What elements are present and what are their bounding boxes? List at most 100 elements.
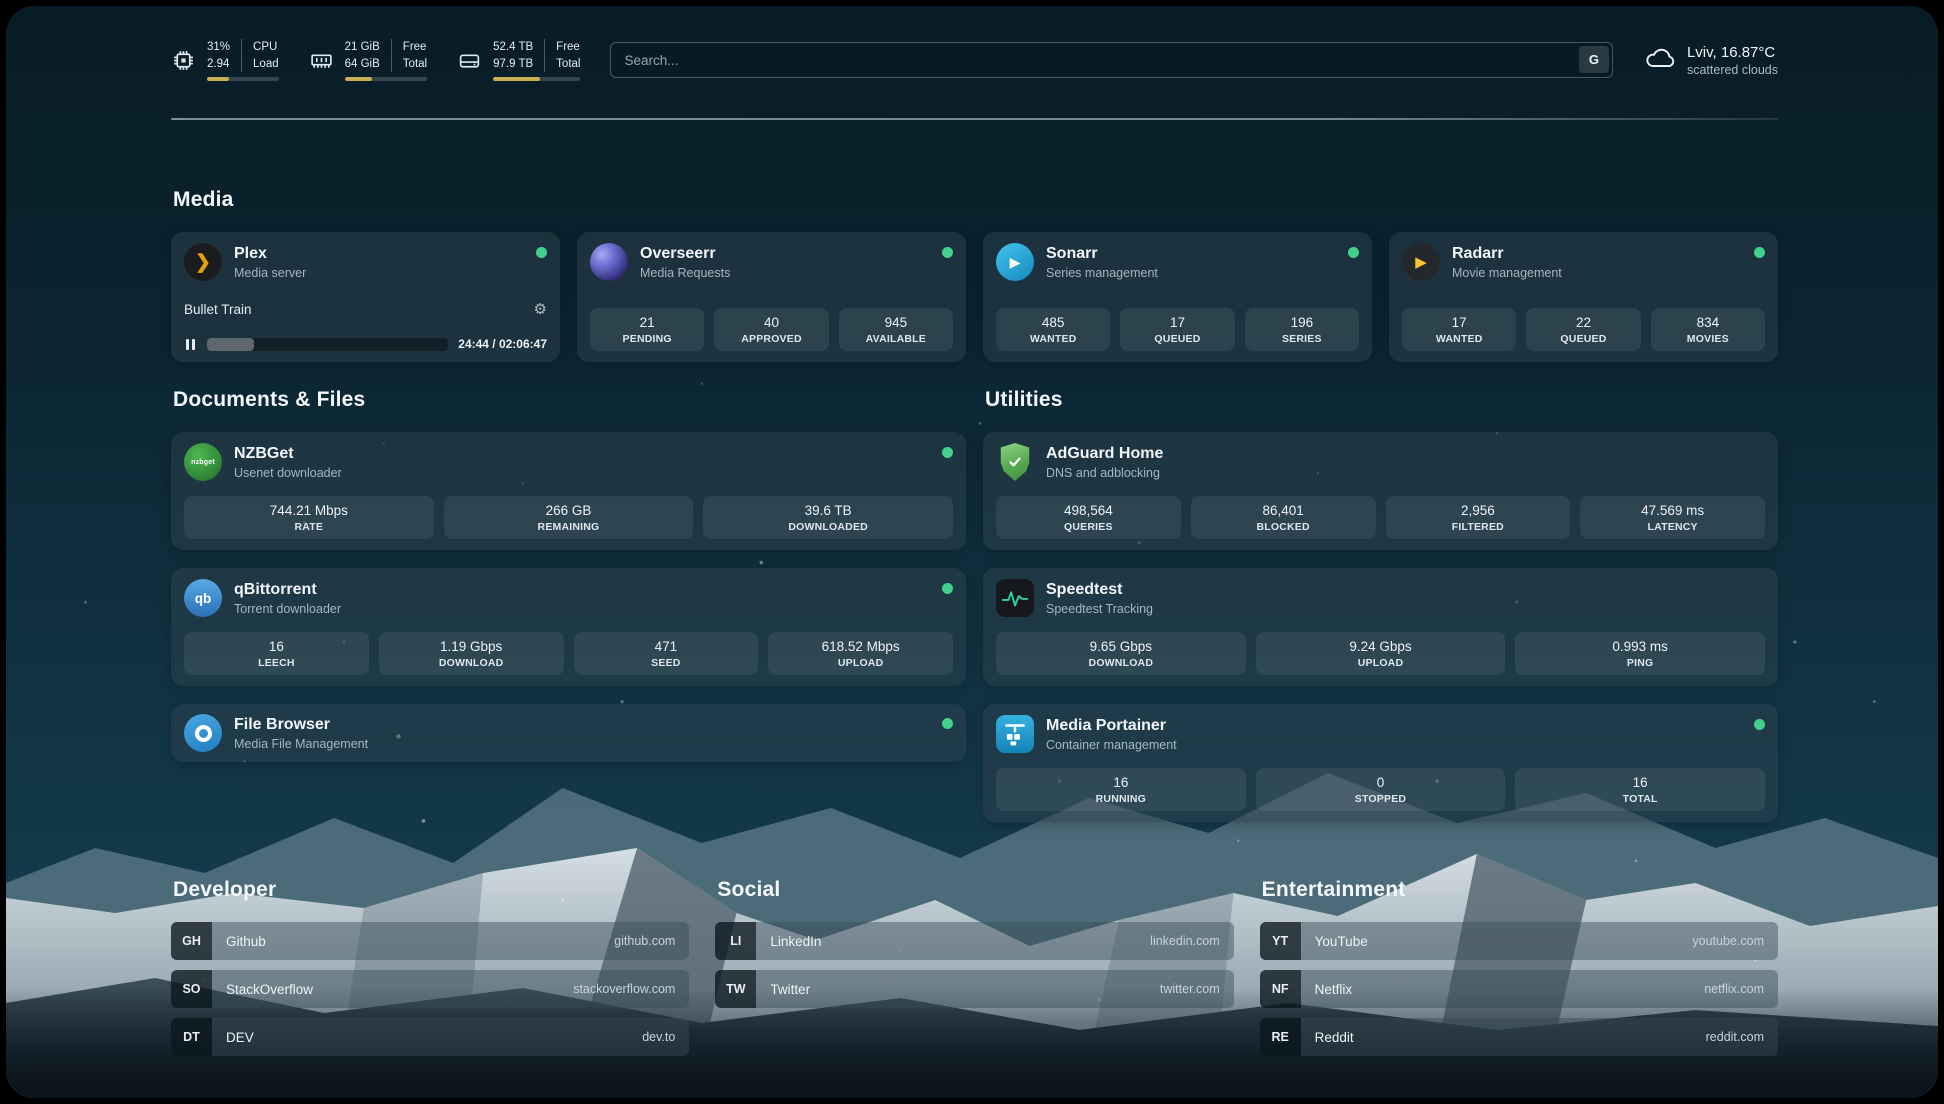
app-subtitle: Series management [1046,266,1158,280]
weather-condition: scattered clouds [1687,63,1778,77]
stat-total: 16 TOTAL [1515,768,1765,811]
bookmark-stackoverflow[interactable]: SO StackOverflow stackoverflow.com [171,970,689,1008]
top-bar: 31% 2.94 CPU Load [171,32,1778,88]
weather-widget[interactable]: Lviv, 16.87°C scattered clouds [1643,44,1778,77]
app-card-adguard[interactable]: AdGuard Home DNS and adblocking 498,564 … [983,432,1778,550]
search-engine-button[interactable]: G [1579,46,1609,73]
app-card-filebrowser[interactable]: File Browser Media File Management [171,704,966,762]
app-name: Plex [234,244,306,263]
bookmark-youtube[interactable]: YT YouTube youtube.com [1260,922,1778,960]
app-name: qBittorrent [234,580,341,599]
stat-stopped: 0 STOPPED [1256,768,1506,811]
app-card-portainer[interactable]: Media Portainer Container management 16 … [983,704,1778,822]
section-entertainment: Entertainment YT YouTube youtube.com NF … [1260,878,1778,1066]
app-card-overseerr[interactable]: Overseerr Media Requests 21 PENDING 40 A… [577,232,966,362]
app-subtitle: Usenet downloader [234,466,342,480]
ram-free: 21 GiB [345,39,380,56]
stat-available: 945 AVAILABLE [839,308,953,351]
linkedin-icon: LI [715,922,756,960]
media-section-title: Media [173,188,1778,212]
cpu-percent: 31% [207,39,230,56]
app-subtitle: Speedtest Tracking [1046,602,1153,616]
status-dot [536,247,547,258]
stat-blocked: 86,401 BLOCKED [1191,496,1376,539]
section-utilities: Utilities AdGuard Home DNS and adblockin… [983,388,1778,840]
sonarr-icon: ▶ [996,243,1034,281]
stat-movies: 834 MOVIES [1651,308,1765,351]
status-dot [942,447,953,458]
dashboard-screen: 31% 2.94 CPU Load [6,6,1938,1098]
adguard-icon [996,443,1034,481]
speedtest-icon [996,579,1034,617]
app-card-nzbget[interactable]: nzbget NZBGet Usenet downloader 744.21 M… [171,432,966,550]
app-name: Media Portainer [1046,716,1177,735]
disk-label-2: Total [556,56,580,73]
app-subtitle: Torrent downloader [234,602,341,616]
stackoverflow-icon: SO [171,970,212,1008]
stat-upload: 9.24 Gbps UPLOAD [1256,632,1506,675]
ram-icon [309,48,334,73]
now-playing-title: Bullet Train [184,302,252,317]
app-name: AdGuard Home [1046,444,1163,463]
bookmark-twitter[interactable]: TW Twitter twitter.com [715,970,1233,1008]
status-dot [942,247,953,258]
reddit-icon: RE [1260,1018,1301,1056]
app-subtitle: Movie management [1452,266,1562,280]
status-dot [942,583,953,594]
status-dot [1754,719,1765,730]
app-subtitle: Media Requests [640,266,730,280]
stat-queued: 22 QUEUED [1526,308,1640,351]
app-subtitle: Media File Management [234,737,368,751]
bookmark-netflix[interactable]: NF Netflix netflix.com [1260,970,1778,1008]
settings-gear-icon[interactable]: ⚙ [534,300,547,318]
twitter-icon: TW [715,970,756,1008]
app-card-plex[interactable]: ❯ Plex Media server Bullet Train ⚙ [171,232,560,362]
bookmark-github[interactable]: GH Github github.com [171,922,689,960]
app-card-sonarr[interactable]: ▶ Sonarr Series management 485 WANTED 17… [983,232,1372,362]
overseerr-icon [590,243,628,281]
disk-widget: 52.4 TB 97.9 TB Free Total [457,39,580,81]
radarr-icon: ▶ [1402,243,1440,281]
bookmark-linkedin[interactable]: LI LinkedIn linkedin.com [715,922,1233,960]
weather-location: Lviv, 16.87°C [1687,44,1778,61]
bookmark-reddit[interactable]: RE Reddit reddit.com [1260,1018,1778,1056]
stat-download: 9.65 Gbps DOWNLOAD [996,632,1246,675]
app-name: Sonarr [1046,244,1158,263]
app-card-radarr[interactable]: ▶ Radarr Movie management 17 WANTED 22 Q… [1389,232,1778,362]
youtube-icon: YT [1260,922,1301,960]
stat-latency: 47.569 ms LATENCY [1580,496,1765,539]
stat-remaining: 266 GB REMAINING [444,496,694,539]
documents-section-title: Documents & Files [173,388,966,412]
app-name: NZBGet [234,444,342,463]
section-media: Media ❯ Plex Media server Bullet Train ⚙ [171,188,1778,362]
app-name: Overseerr [640,244,730,263]
social-section-title: Social [717,878,1233,902]
bookmark-dev[interactable]: DT DEV dev.to [171,1018,689,1056]
stat-download: 1.19 Gbps DOWNLOAD [379,632,564,675]
cpu-icon [171,48,196,73]
entertainment-section-title: Entertainment [1262,878,1778,902]
disk-label-1: Free [556,39,580,56]
disk-total: 97.9 TB [493,56,533,73]
netflix-icon: NF [1260,970,1301,1008]
status-dot [1754,247,1765,258]
stat-approved: 40 APPROVED [714,308,828,351]
header-divider [171,118,1778,120]
playback-progress-bar[interactable] [207,338,448,351]
utilities-section-title: Utilities [985,388,1778,412]
status-dot [1348,247,1359,258]
app-name: Speedtest [1046,580,1153,599]
qbittorrent-icon: qb [184,579,222,617]
search-input[interactable] [610,42,1613,78]
app-card-qbittorrent[interactable]: qb qBittorrent Torrent downloader 16 LEE… [171,568,966,686]
app-subtitle: DNS and adblocking [1046,466,1163,480]
stat-downloaded: 39.6 TB DOWNLOADED [703,496,953,539]
disk-free: 52.4 TB [493,39,533,56]
ram-widget: 21 GiB 64 GiB Free Total [309,39,427,81]
ram-label-2: Total [403,56,427,73]
pause-icon[interactable] [184,338,197,351]
portainer-icon [996,715,1034,753]
ram-total: 64 GiB [345,56,380,73]
app-card-speedtest[interactable]: Speedtest Speedtest Tracking 9.65 Gbps D… [983,568,1778,686]
hard-drive-icon [457,48,482,73]
